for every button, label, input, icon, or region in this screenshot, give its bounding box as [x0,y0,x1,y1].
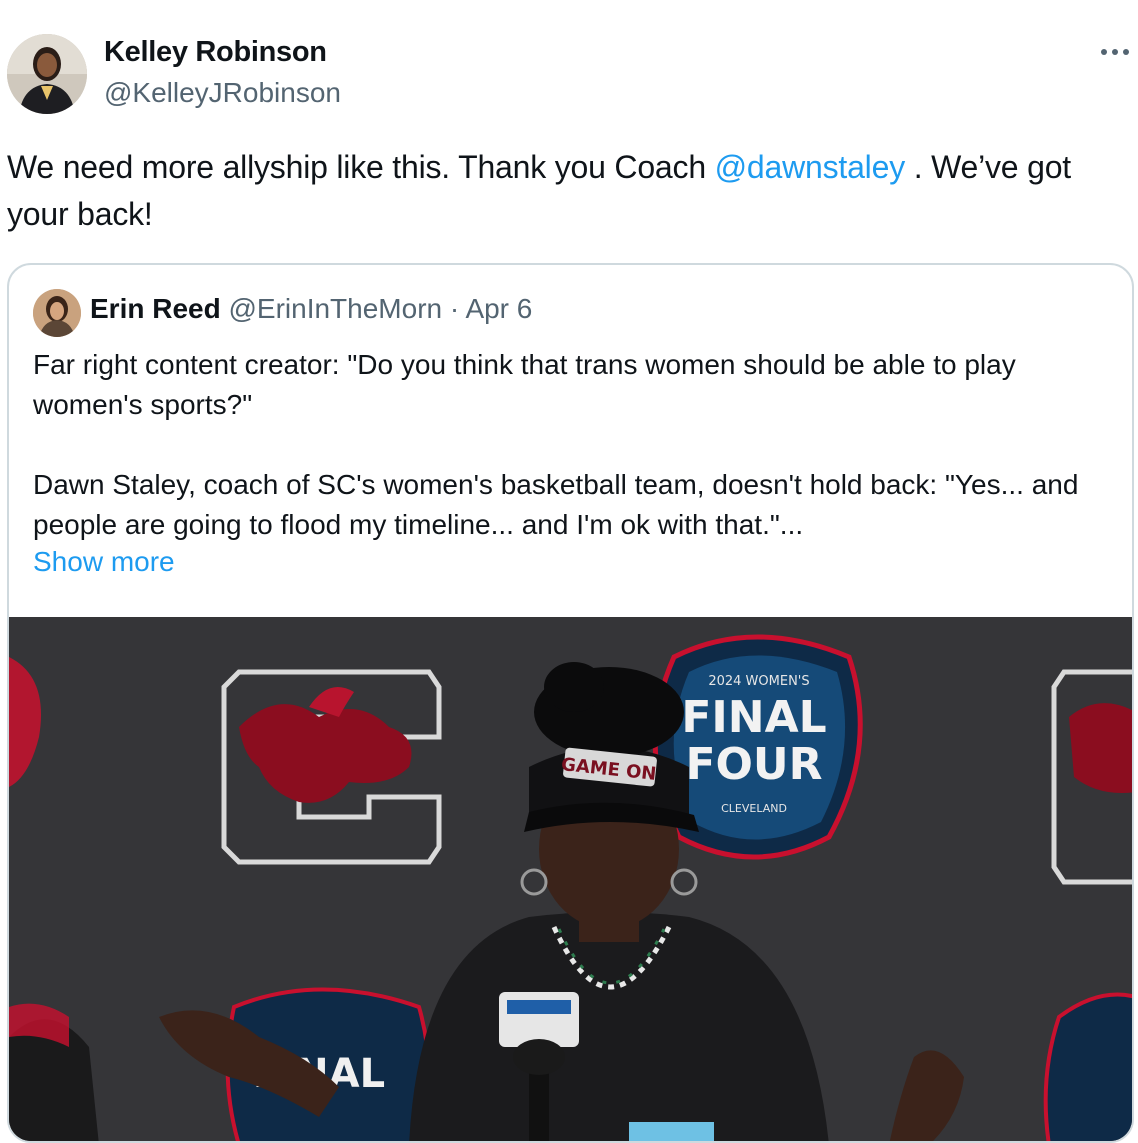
author-avatar[interactable] [7,34,87,114]
logo-top-arc: 2024 WOMEN'S [708,674,809,689]
tweet-text-part1: We need more allyship like this. Thank y… [7,149,715,185]
quote-text: Far right content creator: "Do you think… [33,349,1079,540]
tweet[interactable]: Kelley Robinson @KelleyJRobinson We need… [0,0,1138,1143]
quoted-tweet[interactable]: Erin Reed @ErinInTheMorn · Apr 6 Far rig… [7,263,1134,1143]
quote-separator: · [449,293,460,324]
quote-author-handle[interactable]: @ErinInTheMorn [228,293,442,324]
quote-video-thumbnail[interactable]: 2024 WOMEN'S FINAL FOUR CLEVELAND FINAL [9,617,1132,1141]
logo-line1: FINAL [681,692,826,743]
quote-date[interactable]: Apr 6 [465,293,532,324]
quote-author-avatar[interactable] [33,289,81,337]
mention-link[interactable]: @dawnstaley [715,149,906,185]
more-horizontal-icon[interactable] [1098,40,1132,64]
logo-bottom-arc: CLEVELAND [721,802,787,815]
quote-author-name[interactable]: Erin Reed [90,293,221,324]
author-handle[interactable]: @KelleyJRobinson [104,77,341,109]
author-name[interactable]: Kelley Robinson [104,36,327,69]
logo-line2: FOUR [685,739,822,790]
show-more-link[interactable]: Show more [33,546,175,578]
quote-header: Erin Reed @ErinInTheMorn · Apr 6 [90,293,532,325]
tweet-text: We need more allyship like this. Thank y… [7,144,1127,238]
